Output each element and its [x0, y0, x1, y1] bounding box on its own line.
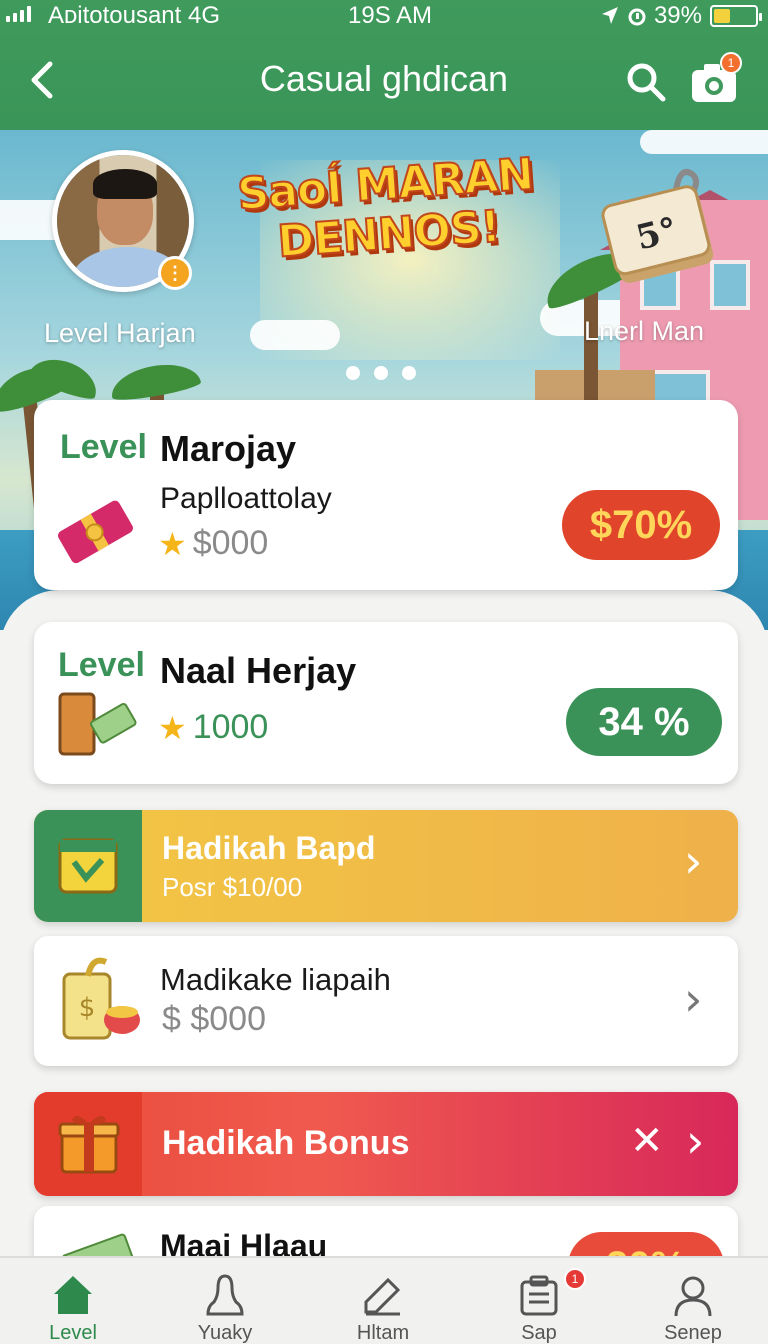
- calendar-check-icon: [58, 838, 118, 894]
- promo-title: Hadikah Bapd: [162, 830, 376, 866]
- promo-red-bar[interactable]: Hadikah Bonus ✕ ›: [34, 1092, 738, 1196]
- card-amount: ★ $000: [158, 524, 268, 563]
- star-icon: ★: [158, 709, 187, 746]
- search-button[interactable]: [624, 60, 668, 104]
- reward-card[interactable]: Level Marojay Paplloattolay ★ $000 $70%: [34, 400, 738, 590]
- home-icon: [54, 1276, 92, 1314]
- level-label: Level: [58, 646, 145, 684]
- money-mug-icon: $: [58, 954, 142, 1044]
- carrier-label: Aᴅitotousant 4G: [48, 2, 220, 29]
- card-title: Marojay: [160, 428, 297, 469]
- list-item-title: Madikake liapaih: [160, 962, 391, 997]
- battery-icon: [710, 5, 762, 27]
- card-amount: ★ 1000: [158, 708, 268, 747]
- list-item-amount: $ $000: [162, 1000, 266, 1038]
- edit-icon: [364, 1277, 401, 1316]
- close-icon[interactable]: ✕: [630, 1118, 664, 1164]
- camera-badge: 1: [720, 52, 742, 74]
- nav-label: Yuaky: [197, 1322, 253, 1344]
- left-player-label: Level Harjan: [44, 318, 196, 348]
- promo-title: Hadikah Bonus: [162, 1124, 410, 1162]
- chevron-right-icon[interactable]: ›: [686, 1114, 704, 1168]
- svg-text:$: $: [79, 993, 96, 1023]
- carousel-dot[interactable]: [346, 366, 360, 380]
- nav-item-sap[interactable]: 1 Sap: [466, 1258, 606, 1344]
- nav-badge: 1: [564, 1268, 586, 1290]
- app-header: Aᴅitotousant 4G 19S AM 39% Casual ghdica…: [0, 0, 768, 130]
- nav-label: Sap: [521, 1322, 557, 1344]
- card-subtitle: Paplloattolay: [160, 482, 332, 515]
- nav-label: Level: [49, 1322, 97, 1344]
- carousel-dot[interactable]: [374, 366, 388, 380]
- search-icon: [627, 63, 666, 102]
- promo-icon-cell: [34, 810, 142, 922]
- location-icon: [601, 7, 618, 24]
- nav-item-hltam[interactable]: Hltam: [310, 1258, 450, 1344]
- amount-value: $000: [192, 524, 269, 562]
- carousel-dot[interactable]: [402, 366, 416, 380]
- cloud: [250, 320, 340, 350]
- amount-value: 1000: [192, 708, 269, 746]
- profile-icon: [674, 1276, 712, 1317]
- alarm-icon: [628, 8, 646, 26]
- percent-pill[interactable]: 34 %: [566, 688, 722, 756]
- ticket-icon: [54, 496, 136, 566]
- right-player-label: Lnerl Man: [584, 316, 705, 346]
- nav-label: Hltam: [356, 1322, 410, 1344]
- calendar-icon: 5°: [596, 160, 726, 290]
- nav-item-senep[interactable]: Senep: [620, 1258, 760, 1344]
- level-label: Level: [60, 428, 147, 466]
- nav-label: Senep: [664, 1322, 722, 1344]
- promo-subtitle: Posr $10/00: [162, 872, 303, 902]
- chevron-right-icon[interactable]: ›: [684, 834, 702, 888]
- reward-card[interactable]: Level Naal Herjay ★ 1000 34 %: [34, 622, 738, 784]
- carousel-dots[interactable]: [346, 366, 416, 380]
- nav-item-level[interactable]: Level: [0, 1258, 140, 1344]
- percent-pill[interactable]: $70%: [562, 490, 720, 560]
- list-item[interactable]: $ Madikake liapaih $ $000 ›: [34, 936, 738, 1066]
- clock: 19S AM: [348, 2, 433, 29]
- person-icon: [206, 1274, 244, 1316]
- clipboard-icon: [520, 1275, 558, 1316]
- avatar-menu-button[interactable]: ⋮: [158, 256, 192, 290]
- battery-percent: 39%: [653, 2, 702, 29]
- star-icon: ★: [158, 525, 187, 562]
- cash-cup-icon: [56, 688, 138, 758]
- signal-icon: [6, 6, 31, 22]
- bottom-nav: Level Yuaky Hltam 1 Sap Senep: [0, 1256, 768, 1344]
- camera-button[interactable]: 1: [690, 52, 742, 104]
- gift-icon: [58, 1115, 120, 1174]
- promo-icon-cell: [34, 1092, 142, 1196]
- status-bar: Aᴅitotousant 4G 19S AM 39%: [0, 0, 768, 30]
- nav-item-yuaky[interactable]: Yuaky: [152, 1258, 292, 1344]
- cloud: [640, 130, 768, 154]
- promo-yellow-bar[interactable]: Hadikah Bapd Posr $10/00 ›: [34, 810, 738, 922]
- chevron-right-icon[interactable]: ›: [684, 972, 702, 1026]
- card-title: Naal Herjay: [160, 650, 357, 691]
